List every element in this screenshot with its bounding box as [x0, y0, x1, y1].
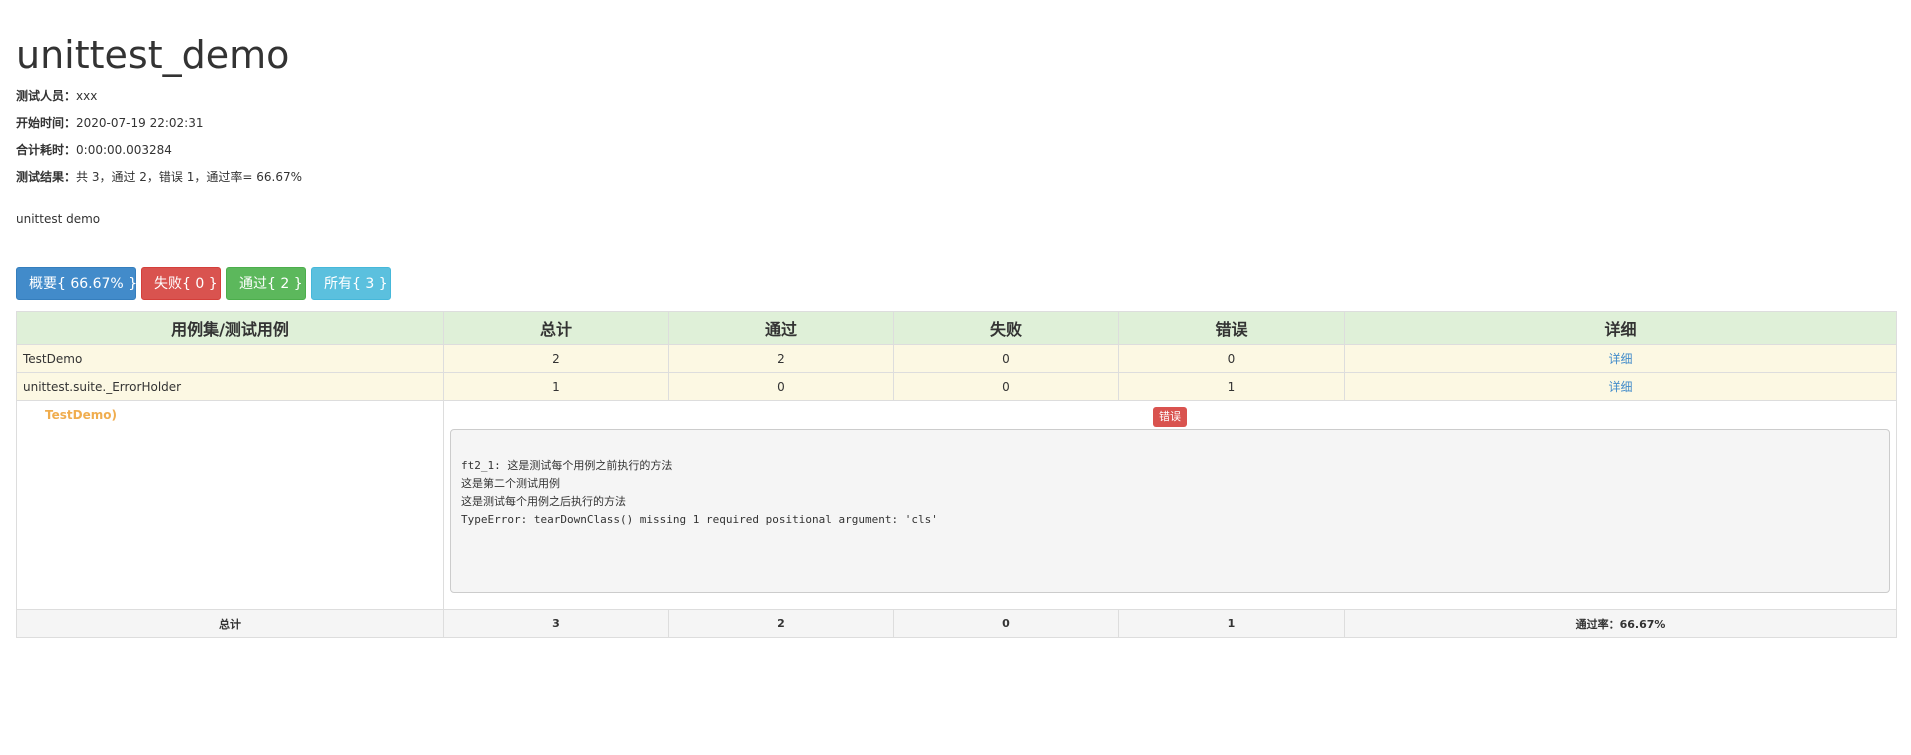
header-error: 错误: [1118, 311, 1345, 345]
header-pass: 通过: [668, 311, 894, 345]
suite-total: 2: [443, 344, 669, 373]
total-fail: 0: [893, 609, 1119, 638]
suite-fail: 0: [893, 372, 1119, 401]
suite-detail-cell: 详细: [1344, 372, 1897, 401]
meta-result-value: 共 3，通过 2，错误 1，通过率= 66.67%: [76, 170, 302, 184]
meta-result-label: 测试结果：: [16, 170, 77, 184]
table-row: TestDemo 2 2 0 0 详细: [16, 344, 1897, 373]
filter-button-group: 概要{ 66.67% } 失败{ 0 } 通过{ 2 } 所有{ 3 }: [16, 267, 391, 300]
meta-duration-value: 0:00:00.003284: [76, 143, 172, 157]
meta-duration-label: 合计耗时：: [16, 143, 77, 157]
detail-link[interactable]: 详细: [1608, 380, 1632, 394]
suite-name: TestDemo: [16, 344, 444, 373]
page-title: unittest_demo: [16, 33, 290, 77]
total-label: 总计: [16, 609, 444, 638]
meta-result: 测试结果：共 3，通过 2，错误 1，通过率= 66.67%: [16, 169, 302, 185]
total-pass-rate: 通过率：66.67%: [1344, 609, 1897, 638]
suite-fail: 0: [893, 344, 1119, 373]
suite-name: unittest.suite._ErrorHolder: [16, 372, 444, 401]
error-badge-button[interactable]: 错误: [1153, 407, 1187, 427]
case-name-cell: TestDemo): [16, 400, 444, 610]
detail-link[interactable]: 详细: [1608, 352, 1632, 366]
meta-start-time-label: 开始时间：: [16, 116, 77, 130]
table-row: unittest.suite._ErrorHolder 1 0 0 1 详细: [16, 372, 1897, 401]
case-row: TestDemo) 错误 ft2_1: 这是测试每个用例之前执行的方法 这是第二…: [16, 400, 1897, 610]
suite-detail-cell: 详细: [1344, 344, 1897, 373]
failed-filter-button[interactable]: 失败{ 0 }: [141, 267, 221, 300]
case-name: TestDemo): [45, 408, 117, 422]
meta-tester-label: 测试人员：: [16, 89, 77, 103]
error-log: ft2_1: 这是测试每个用例之前执行的方法 这是第二个测试用例 这是测试每个用…: [450, 429, 1890, 593]
meta-start-time: 开始时间：2020-07-19 22:02:31: [16, 115, 203, 131]
report-page: unittest_demo 测试人员：xxx 开始时间：2020-07-19 2…: [0, 0, 1911, 755]
suite-pass: 0: [668, 372, 894, 401]
total-error: 1: [1118, 609, 1345, 638]
passed-filter-button[interactable]: 通过{ 2 }: [226, 267, 306, 300]
all-filter-button[interactable]: 所有{ 3 }: [311, 267, 391, 300]
suite-error: 1: [1118, 372, 1345, 401]
meta-start-time-value: 2020-07-19 22:02:31: [76, 116, 204, 130]
suite-total: 1: [443, 372, 669, 401]
header-total: 总计: [443, 311, 669, 345]
summary-button[interactable]: 概要{ 66.67% }: [16, 267, 137, 300]
case-detail-cell: 错误 ft2_1: 这是测试每个用例之前执行的方法 这是第二个测试用例 这是测试…: [443, 400, 1897, 610]
header-fail: 失败: [893, 311, 1119, 345]
meta-tester-value: xxx: [76, 89, 98, 103]
report-description: unittest demo: [16, 212, 101, 226]
table-header-row: 用例集/测试用例 总计 通过 失败 错误 详细: [16, 311, 1897, 345]
total-pass: 2: [668, 609, 894, 638]
result-table: 用例集/测试用例 总计 通过 失败 错误 详细 TestDemo 2 2 0 0…: [16, 311, 1897, 638]
meta-tester: 测试人员：xxx: [16, 88, 97, 104]
header-detail: 详细: [1344, 311, 1897, 345]
total-row: 总计 3 2 0 1 通过率：66.67%: [16, 609, 1897, 638]
case-detail: 错误 ft2_1: 这是测试每个用例之前执行的方法 这是第二个测试用例 这是测试…: [450, 401, 1890, 609]
header-suite: 用例集/测试用例: [16, 311, 444, 345]
total-count: 3: [443, 609, 669, 638]
suite-pass: 2: [668, 344, 894, 373]
suite-error: 0: [1118, 344, 1345, 373]
meta-duration: 合计耗时：0:00:00.003284: [16, 142, 172, 158]
